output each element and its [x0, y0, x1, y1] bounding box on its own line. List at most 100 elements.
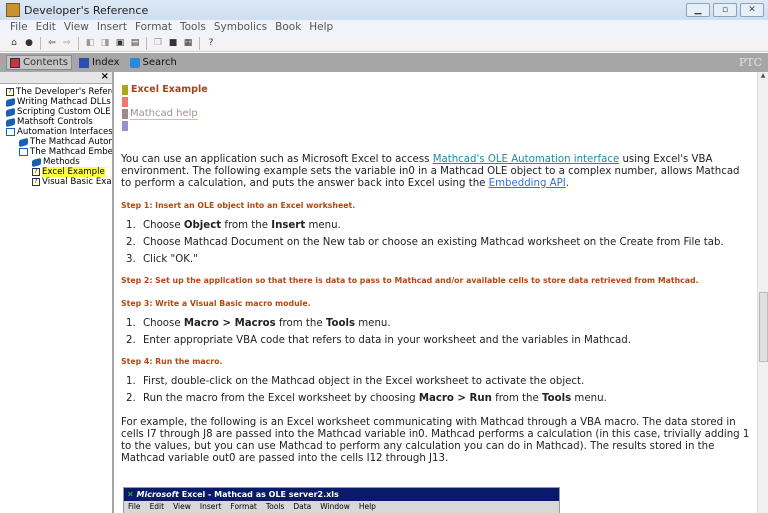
- excel-menu: File Edit View Insert Format Tools Data Window H…: [124, 501, 559, 513]
- open-topic-icon[interactable]: ▣: [114, 38, 126, 49]
- scrollbar-thumb[interactable]: [759, 292, 768, 362]
- step-heading: Step 4: Run the macro.: [121, 357, 223, 366]
- tab-label: Index: [91, 57, 120, 68]
- tree-item-label: Automation Interfaces: [17, 127, 113, 137]
- help-icon[interactable]: ?: [205, 38, 217, 49]
- pane-header: ×: [0, 72, 112, 84]
- menu-edit[interactable]: Edit: [32, 20, 60, 35]
- mathcad-help-link[interactable]: Mathcad help: [130, 108, 198, 120]
- close-button[interactable]: ✕: [740, 3, 764, 17]
- step-heading: Step 3: Write a Visual Basic macro modul…: [121, 299, 311, 308]
- excel-menu-item: Format: [230, 502, 257, 511]
- prev-page-icon[interactable]: ◧: [84, 38, 96, 49]
- save-icon[interactable]: ■: [167, 38, 179, 49]
- open-book-icon: [6, 128, 15, 136]
- closed-book-icon: [6, 97, 15, 107]
- tree-item-label: Visual Basic Example: [42, 177, 112, 187]
- tree-item[interactable]: Scripting Custom OLE Objects: [6, 107, 112, 117]
- back-icon[interactable]: ⇦: [46, 38, 58, 49]
- tree-item[interactable]: The Mathcad Embedding API: [6, 147, 112, 157]
- tab-label: Search: [142, 57, 177, 68]
- color-bar: [122, 109, 128, 119]
- color-bars: [122, 85, 128, 133]
- contents-tree: ?The Developer's ReferenceWriting Mathca…: [0, 84, 112, 187]
- menu-tools[interactable]: Tools: [176, 20, 210, 35]
- maximize-button[interactable]: ▫: [713, 3, 737, 17]
- tab-label: Contents: [23, 57, 68, 68]
- step3-list: Choose Macro > Macros from the Tools men…: [139, 315, 751, 349]
- step4-list: First, double-click on the Mathcad objec…: [139, 373, 751, 407]
- excel-menu-item: Window: [320, 502, 350, 511]
- tree-item[interactable]: Automation Interfaces: [6, 127, 112, 137]
- ole-automation-link[interactable]: Mathcad's OLE Automation interface: [433, 154, 620, 165]
- search-icon: [129, 57, 140, 68]
- toolbar-separator: [146, 36, 147, 50]
- index-icon: [78, 57, 89, 68]
- tree-item[interactable]: Mathsoft Controls: [6, 117, 112, 127]
- tab-contents[interactable]: Contents: [6, 55, 72, 70]
- tree-item-label: The Mathcad Embedding API: [30, 147, 113, 157]
- page-title: Excel Example: [131, 84, 208, 95]
- menu-format[interactable]: Format: [131, 20, 176, 35]
- excel-menu-item: Tools: [265, 502, 285, 511]
- excel-screenshot: ✕ Microsoft Excel - Mathcad as OLE serve…: [123, 487, 560, 513]
- help-page-icon: ?: [32, 168, 40, 176]
- tab-search[interactable]: Search: [127, 56, 180, 69]
- close-pane-icon[interactable]: ×: [101, 72, 109, 82]
- contents-pane: × ?The Developer's ReferenceWriting Math…: [0, 72, 114, 513]
- list-item: Click "OK.": [139, 251, 751, 268]
- globe-icon[interactable]: ●: [23, 38, 35, 49]
- tree-item[interactable]: ?Visual Basic Example: [6, 177, 112, 187]
- menu-bar: File Edit View Insert Format Tools Symbolics Bo…: [0, 20, 768, 35]
- excel-menu-item: Help: [358, 502, 376, 511]
- next-page-icon[interactable]: ◨: [99, 38, 111, 49]
- color-bar: [122, 97, 128, 107]
- nav-tabs: Contents Index Search: [0, 53, 768, 72]
- home-icon[interactable]: ⌂: [8, 38, 20, 49]
- intro-paragraph: You can use an application such as Micro…: [121, 154, 751, 190]
- example-paragraph: For example, the following is an Excel w…: [121, 417, 750, 464]
- help-page-icon: ?: [32, 178, 40, 186]
- tree-item-label: Excel Example: [42, 167, 105, 177]
- text: .: [565, 178, 570, 189]
- menu-symbolics[interactable]: Symbolics: [210, 20, 271, 35]
- closed-book-icon: [32, 157, 41, 167]
- tree-item[interactable]: Writing Mathcad DLLs: [6, 97, 112, 107]
- minimize-button[interactable]: ▁: [686, 3, 710, 17]
- menu-help[interactable]: Help: [305, 20, 337, 35]
- scroll-up-icon[interactable]: ▲: [758, 72, 768, 82]
- tree-item[interactable]: Methods: [6, 157, 112, 167]
- menu-file[interactable]: File: [6, 20, 32, 35]
- tree-item[interactable]: ? Excel Example: [6, 167, 112, 177]
- excel-title-bar: ✕ Microsoft Excel - Mathcad as OLE serve…: [124, 488, 559, 501]
- ptc-logo: PTC: [738, 56, 762, 69]
- excel-menu-item: Data: [293, 502, 312, 511]
- sync-icon[interactable]: ▤: [129, 38, 141, 49]
- toolbar-separator: [40, 36, 41, 50]
- embedding-api-link[interactable]: Embedding API: [489, 178, 566, 189]
- tree-item-label: Methods: [43, 157, 80, 167]
- tab-index[interactable]: Index: [76, 56, 123, 69]
- forward-icon[interactable]: ⇨: [61, 38, 73, 49]
- menu-view[interactable]: View: [60, 20, 93, 35]
- menu-book[interactable]: Book: [271, 20, 305, 35]
- copy-icon[interactable]: ❐: [152, 38, 164, 49]
- color-bar: [122, 121, 128, 131]
- tree-item-label: Mathsoft Controls: [17, 117, 93, 127]
- book-icon: [10, 57, 20, 68]
- print-icon[interactable]: ▦: [182, 38, 194, 49]
- step-heading: Step 2: Set up the application so that t…: [121, 276, 699, 285]
- title-bar: Developer's Reference ▁ ▫ ✕: [0, 0, 768, 20]
- menu-insert[interactable]: Insert: [93, 20, 131, 35]
- tree-item[interactable]: The Mathcad Automation API: [6, 137, 112, 147]
- list-item: Run the macro from the Excel worksheet b…: [139, 390, 751, 407]
- tree-item-label: Writing Mathcad DLLs: [17, 97, 111, 107]
- topic-content: Excel Example Mathcad help You can use a…: [116, 72, 757, 513]
- color-bar: [122, 85, 128, 95]
- list-item: Enter appropriate VBA code that refers t…: [139, 332, 751, 349]
- tree-item-label: The Mathcad Automation API: [30, 137, 114, 147]
- toolbar-separator: [78, 36, 79, 50]
- tree-item[interactable]: ?The Developer's Reference: [6, 87, 112, 97]
- vertical-scrollbar[interactable]: ▲: [757, 72, 768, 513]
- closed-book-icon: [19, 137, 28, 147]
